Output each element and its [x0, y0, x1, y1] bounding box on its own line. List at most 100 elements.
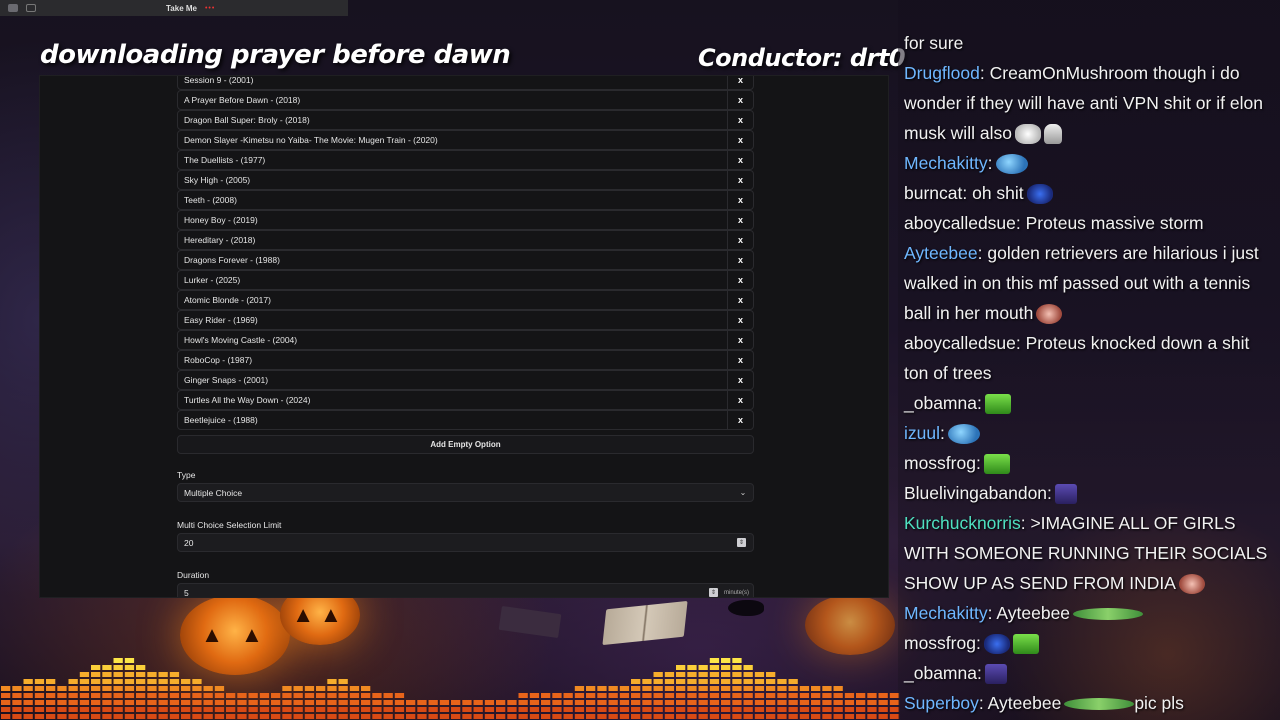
poll-option-row[interactable]: Dragon Ball Super: Broly - (2018) x — [177, 110, 754, 130]
equalizer-segment — [833, 707, 843, 712]
remove-option-button[interactable]: x — [727, 131, 753, 149]
chat-username[interactable]: Ayteebee — [904, 243, 978, 263]
remove-option-button[interactable]: x — [727, 231, 753, 249]
remove-option-button[interactable]: x — [727, 411, 753, 429]
equalizer-segment — [136, 707, 146, 712]
equalizer-segment — [631, 707, 641, 712]
equalizer-segment — [237, 700, 247, 705]
chat-username[interactable]: Superboy — [904, 693, 979, 713]
remove-option-button[interactable]: x — [727, 371, 753, 389]
remove-option-button[interactable]: x — [727, 251, 753, 269]
poll-option-row[interactable]: Easy Rider - (1969) x — [177, 310, 754, 330]
equalizer-segment — [372, 700, 382, 705]
equalizer-segment — [181, 693, 191, 698]
equalizer-segment — [732, 665, 742, 670]
equalizer-segment — [856, 707, 866, 712]
chat-username[interactable]: Drugflood — [904, 63, 980, 83]
equalizer-segment — [766, 714, 776, 719]
poll-option-row[interactable]: Demon Slayer -Kimetsu no Yaiba- The Movi… — [177, 130, 754, 150]
equalizer-segment — [462, 714, 472, 719]
poll-option-row[interactable]: Sky High - (2005) x — [177, 170, 754, 190]
poll-option-row[interactable]: Honey Boy - (2019) x — [177, 210, 754, 230]
chat-username[interactable]: mossfrog — [904, 453, 976, 473]
chat-username[interactable]: izuul — [904, 423, 940, 443]
equalizer-segment — [799, 700, 810, 705]
chat-username[interactable]: Kurchucknorris — [904, 513, 1021, 533]
equalizer-segment — [226, 700, 236, 705]
tab-title[interactable]: Take Me — [166, 4, 197, 13]
chat-username[interactable]: aboycalledsue — [904, 213, 1016, 233]
remove-option-button[interactable]: x — [727, 76, 753, 89]
chat-username[interactable]: Mechakitty — [904, 153, 988, 173]
remove-option-button[interactable]: x — [727, 91, 753, 109]
poll-option-row[interactable]: Lurker - (2025) x — [177, 270, 754, 290]
chat-username[interactable]: mossfrog — [904, 633, 976, 653]
remove-option-button[interactable]: x — [727, 271, 753, 289]
chat-username[interactable]: Mechakitty — [904, 603, 988, 623]
type-select[interactable]: Multiple Choice ⌄ — [177, 483, 754, 502]
remove-option-button[interactable]: x — [727, 311, 753, 329]
equalizer-segment — [327, 693, 337, 698]
chat-username[interactable]: Bluelivingabandon — [904, 483, 1047, 503]
equalizer-segment — [57, 700, 67, 705]
poll-option-row[interactable]: A Prayer Before Dawn - (2018) x — [177, 90, 754, 110]
equalizer-segment — [811, 700, 821, 705]
crow — [728, 600, 764, 616]
equalizer-segment — [316, 700, 326, 705]
equalizer-segment — [586, 693, 596, 698]
equalizer-segment — [687, 672, 697, 677]
equalizer-segment — [192, 679, 202, 684]
poll-option-row[interactable]: Atomic Blonde - (2017) x — [177, 290, 754, 310]
equalizer-segment — [822, 707, 832, 712]
equalizer-segment — [304, 707, 315, 712]
equalizer-segment — [698, 707, 708, 712]
remove-option-button[interactable]: x — [727, 111, 753, 129]
poll-option-row[interactable]: RoboCop - (1987) x — [177, 350, 754, 370]
chat-username[interactable]: _obamna — [904, 393, 977, 413]
poll-option-row[interactable]: Ginger Snaps - (2001) x — [177, 370, 754, 390]
equalizer-segment — [271, 693, 281, 698]
poll-option-row[interactable]: Session 9 - (2001) x — [177, 76, 754, 90]
equalizer-segment — [192, 700, 202, 705]
remove-option-button[interactable]: x — [727, 151, 753, 169]
remove-option-button[interactable]: x — [727, 291, 753, 309]
equalizer-segment — [777, 714, 787, 719]
number-stepper-icon[interactable]: ⇕ — [708, 588, 718, 597]
poll-option-row[interactable]: Teeth - (2008) x — [177, 190, 754, 210]
poll-option-row[interactable]: The Duellists - (1977) x — [177, 150, 754, 170]
equalizer-segment — [698, 714, 708, 719]
equalizer-segment — [282, 700, 292, 705]
chat-message-list: for sure Drugflood: CreamOnMushroom thoug… — [898, 28, 1280, 718]
equalizer-segment — [338, 707, 348, 712]
chat-text: : — [940, 423, 945, 443]
number-stepper-icon[interactable]: ⇕ — [737, 538, 746, 547]
remove-option-button[interactable]: x — [727, 211, 753, 229]
remove-option-button[interactable]: x — [727, 331, 753, 349]
poll-option-row[interactable]: Turtles All the Way Down - (2024) x — [177, 390, 754, 410]
equalizer-segment — [721, 686, 731, 691]
chat-username[interactable]: aboycalledsue — [904, 333, 1016, 353]
remove-option-button[interactable]: x — [727, 191, 753, 209]
remove-option-button[interactable]: x — [727, 391, 753, 409]
equalizer-segment — [192, 714, 202, 719]
add-empty-option-button[interactable]: Add Empty Option — [177, 435, 754, 454]
poll-option-row[interactable]: Dragons Forever - (1988) x — [177, 250, 754, 270]
chat-text: : Proteus massive storm — [1015, 213, 1204, 233]
equalizer-segment — [192, 686, 202, 691]
chat-username[interactable]: burncat — [904, 183, 962, 203]
equalizer-segment — [754, 672, 765, 677]
equalizer-segment — [428, 714, 438, 719]
duration-input[interactable]: 5 ⇕ minute(s) — [177, 583, 754, 597]
equalizer-segment — [811, 686, 821, 691]
remove-option-button[interactable]: x — [727, 171, 753, 189]
equalizer-segment — [79, 672, 90, 677]
chat-username[interactable]: _obamna — [904, 663, 977, 683]
remove-option-button[interactable]: x — [727, 351, 753, 369]
equalizer-segment — [732, 707, 742, 712]
poll-option-row[interactable]: Beetlejuice - (1988) x — [177, 410, 754, 430]
cat-emote-icon — [983, 634, 1010, 655]
poll-option-row[interactable]: Howl's Moving Castle - (2004) x — [177, 330, 754, 350]
poll-option-row[interactable]: Hereditary - (2018) x — [177, 230, 754, 250]
equalizer-segment — [721, 693, 731, 698]
selection-limit-input[interactable]: 20 ⇕ — [177, 533, 754, 552]
